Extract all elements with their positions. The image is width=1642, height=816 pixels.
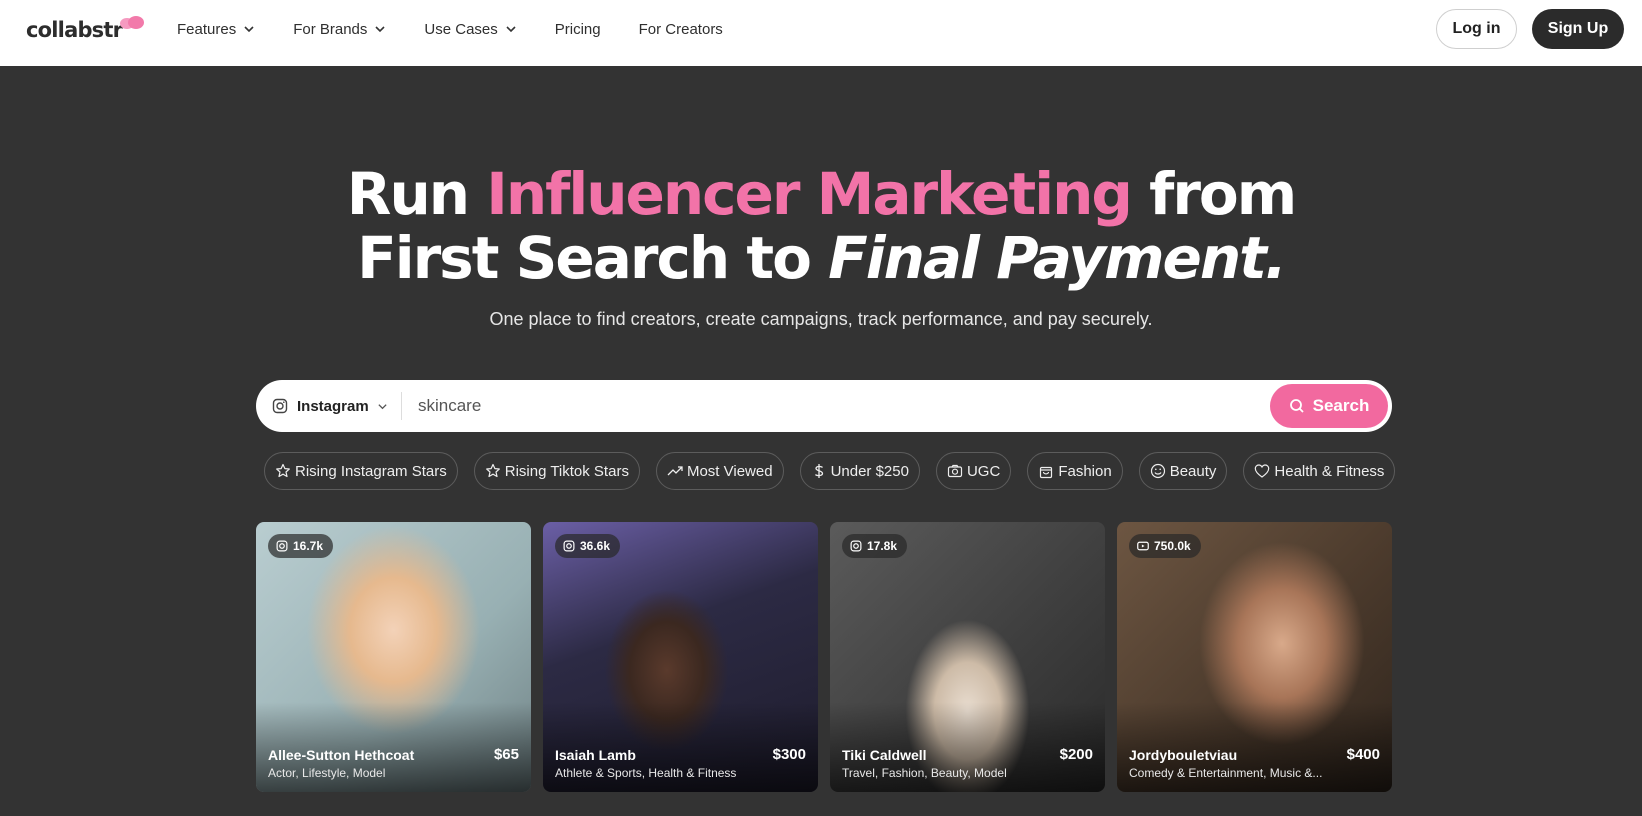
follower-badge: 16.7k	[268, 534, 334, 558]
chip-rising-tiktok[interactable]: Rising Tiktok Stars	[473, 452, 640, 490]
hero-line2-italic: Final Payment.	[828, 224, 1287, 292]
nav-for-creators[interactable]: For Creators	[639, 21, 723, 38]
nav-features[interactable]: Features	[177, 21, 255, 38]
platform-label: Instagram	[297, 397, 369, 415]
chip-label: Health & Fitness	[1274, 462, 1385, 480]
hero-run: Run	[346, 160, 470, 228]
creator-name: Isaiah Lamb	[555, 747, 636, 763]
search-button[interactable]: Search	[1270, 384, 1388, 428]
chip-label: UGC	[966, 462, 1001, 480]
chip-label: Beauty	[1169, 462, 1217, 480]
hero-title-line-2: First Search to Final Payment.	[0, 222, 1642, 294]
signup-button[interactable]: Sign Up	[1532, 9, 1624, 49]
chip-label: Fashion	[1058, 462, 1112, 480]
chevron-down-icon	[244, 26, 254, 33]
hero-from: from	[1149, 160, 1297, 228]
star-icon	[276, 463, 290, 478]
chip-label: Rising Instagram Stars	[295, 462, 447, 480]
instagram-icon	[563, 540, 575, 552]
follower-badge: 750.0k	[1129, 534, 1201, 558]
nav-for-creators-label: For Creators	[638, 20, 723, 38]
chip-most-viewed[interactable]: Most Viewed	[655, 452, 784, 490]
chip-under-250[interactable]: Under $250	[799, 452, 920, 490]
chip-fashion[interactable]: Fashion	[1027, 452, 1123, 490]
follower-badge: 36.6k	[555, 534, 621, 558]
follower-badge: 17.8k	[842, 534, 908, 558]
filter-chips: Rising Instagram Stars Rising Tiktok Sta…	[264, 452, 1411, 490]
login-button[interactable]: Log in	[1436, 9, 1517, 49]
hero-highlight: Influencer Marketing	[486, 160, 1133, 228]
creator-card[interactable]: 36.6k Isaiah Lamb $300 Athlete & Sports,…	[543, 522, 818, 792]
chevron-down-icon	[506, 26, 516, 33]
logo-text: collabstr	[26, 18, 123, 42]
nav-use-cases-label: Use Cases	[424, 20, 498, 38]
dollar-icon	[814, 464, 823, 478]
chip-label: Under $250	[830, 462, 909, 480]
creator-name: Allee-Sutton Hethcoat	[268, 747, 415, 763]
nav-links: Features For Brands Use Cases Pricing Fo…	[177, 0, 761, 58]
top-navbar: collabstr Features For Brands Use Cases …	[0, 0, 1642, 66]
creator-price: $400	[1346, 746, 1380, 763]
search-icon	[1289, 399, 1304, 413]
smile-icon	[1150, 463, 1165, 479]
nav-pricing[interactable]: Pricing	[555, 21, 601, 38]
hero-subtitle: One place to find creators, create campa…	[489, 309, 1153, 329]
follower-count: 750.0k	[1154, 539, 1191, 553]
instagram-icon	[272, 398, 288, 414]
creator-categories: Actor, Lifestyle, Model	[268, 766, 386, 780]
nav-for-brands[interactable]: For Brands	[293, 21, 386, 38]
hero-title-line-1: Run Influencer Marketing from	[0, 158, 1642, 230]
creator-price: $65	[493, 746, 519, 763]
creator-categories: Athlete & Sports, Health & Fitness	[555, 766, 737, 780]
heart-icon	[1255, 464, 1270, 478]
nav-features-label: Features	[177, 20, 237, 38]
nav-use-cases[interactable]: Use Cases	[424, 21, 516, 38]
collabstr-logo[interactable]: collabstr	[26, 14, 146, 46]
chip-label: Rising Tiktok Stars	[504, 462, 629, 480]
creator-categories: Comedy & Entertainment, Music &...	[1129, 766, 1323, 780]
trending-icon	[667, 466, 683, 476]
chip-rising-instagram[interactable]: Rising Instagram Stars	[264, 452, 458, 490]
youtube-icon	[1137, 541, 1149, 551]
chevron-down-icon	[375, 26, 385, 33]
nav-for-brands-label: For Brands	[293, 20, 368, 38]
star-icon	[485, 463, 500, 478]
follower-count: 36.6k	[580, 539, 611, 553]
creator-price: $300	[772, 746, 806, 763]
chip-label: Most Viewed	[686, 462, 773, 480]
creator-card[interactable]: 17.8k Tiki Caldwell $200 Travel, Fashion…	[830, 522, 1105, 792]
chip-health-fitness[interactable]: Health & Fitness	[1243, 452, 1396, 490]
chat-bubbles-icon	[120, 16, 146, 38]
creator-price: $200	[1059, 746, 1093, 763]
search-bar: Instagram Search	[256, 380, 1392, 432]
bag-icon	[1040, 466, 1053, 479]
hero-line2-plain: First Search to	[357, 224, 812, 292]
chevron-down-icon	[378, 403, 387, 409]
instagram-icon	[276, 540, 288, 552]
camera-icon	[947, 464, 963, 478]
creator-categories: Travel, Fashion, Beauty, Model	[842, 766, 1007, 780]
search-input[interactable]	[418, 396, 1392, 416]
creator-name: Jordybouletviau	[1129, 747, 1238, 763]
creator-card[interactable]: 16.7k Allee-Sutton Hethcoat $65 Actor, L…	[256, 522, 531, 792]
follower-count: 17.8k	[867, 539, 898, 553]
platform-select[interactable]: Instagram	[256, 392, 402, 420]
creator-name: Tiki Caldwell	[842, 747, 927, 763]
nav-pricing-label: Pricing	[554, 20, 601, 38]
follower-count: 16.7k	[293, 539, 324, 553]
instagram-icon	[850, 540, 862, 552]
chip-beauty[interactable]: Beauty	[1138, 452, 1228, 490]
chip-ugc[interactable]: UGC	[935, 452, 1012, 490]
search-button-label: Search	[1312, 396, 1370, 415]
creator-card[interactable]: 750.0k Jordybouletviau $400 Comedy & Ent…	[1117, 522, 1392, 792]
